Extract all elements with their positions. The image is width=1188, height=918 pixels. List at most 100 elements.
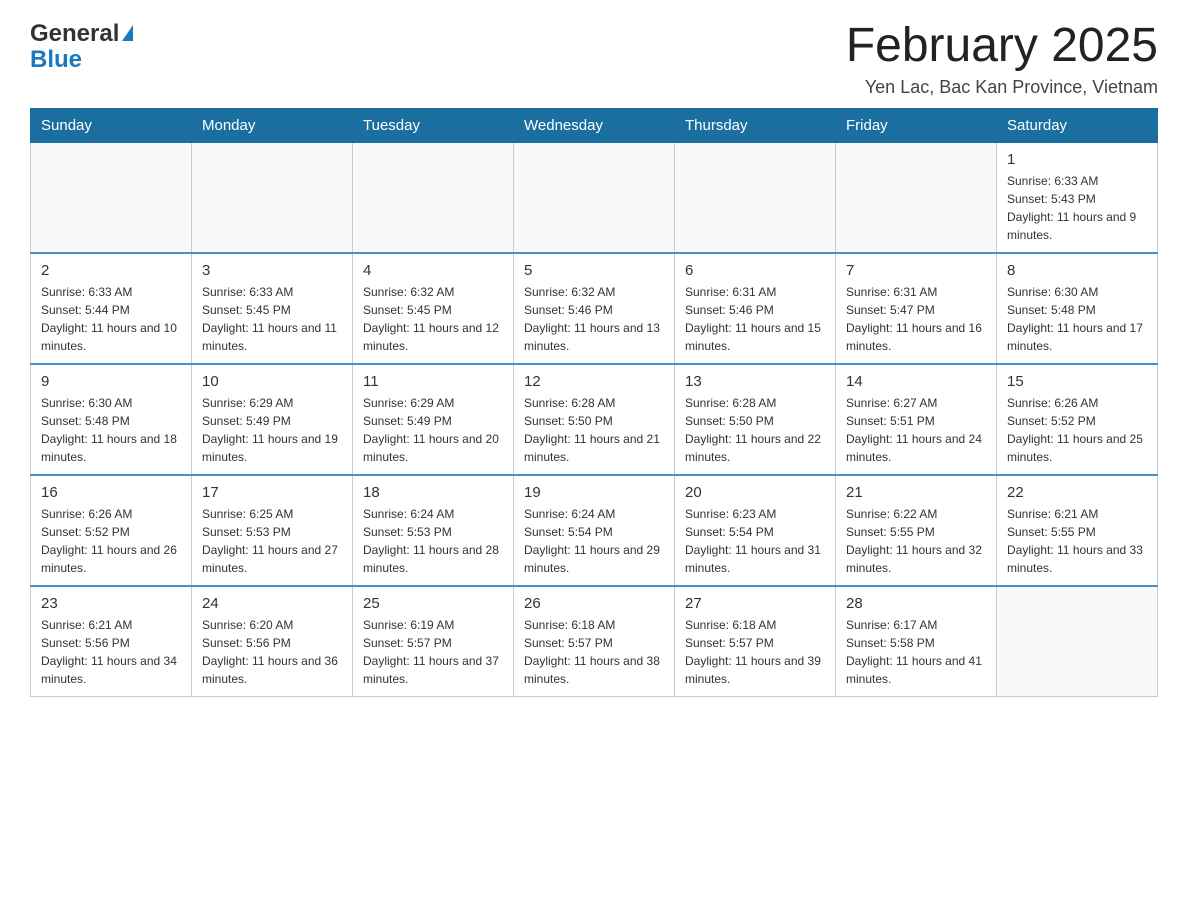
weekday-header-monday: Monday xyxy=(192,108,353,142)
day-info: Sunrise: 6:31 AM Sunset: 5:46 PM Dayligh… xyxy=(685,283,825,355)
calendar-cell xyxy=(997,586,1158,697)
day-number: 22 xyxy=(1007,484,1147,501)
weekday-header-wednesday: Wednesday xyxy=(514,108,675,142)
day-number: 23 xyxy=(41,595,181,612)
day-number: 1 xyxy=(1007,151,1147,168)
day-number: 12 xyxy=(524,373,664,390)
calendar-cell: 17 Sunrise: 6:25 AM Sunset: 5:53 PM Dayli… xyxy=(192,475,353,586)
day-info: Sunrise: 6:33 AM Sunset: 5:44 PM Dayligh… xyxy=(41,283,181,355)
calendar-week-2: 2 Sunrise: 6:33 AM Sunset: 5:44 PM Daylig… xyxy=(31,253,1158,364)
day-info: Sunrise: 6:21 AM Sunset: 5:56 PM Dayligh… xyxy=(41,616,181,688)
location: Yen Lac, Bac Kan Province, Vietnam xyxy=(846,77,1158,98)
day-info: Sunrise: 6:30 AM Sunset: 5:48 PM Dayligh… xyxy=(41,394,181,466)
day-number: 5 xyxy=(524,262,664,279)
day-number: 28 xyxy=(846,595,986,612)
calendar-cell: 8Sunrise: 6:30 AM Sunset: 5:48 PM Daylig… xyxy=(997,253,1158,364)
weekday-header-tuesday: Tuesday xyxy=(353,108,514,142)
calendar-cell xyxy=(192,142,353,253)
day-info: Sunrise: 6:32 AM Sunset: 5:46 PM Dayligh… xyxy=(524,283,664,355)
day-number: 17 xyxy=(202,484,342,501)
day-number: 13 xyxy=(685,373,825,390)
weekday-header-sunday: Sunday xyxy=(31,108,192,142)
calendar-cell: 3 Sunrise: 6:33 AM Sunset: 5:45 PM Daylig… xyxy=(192,253,353,364)
calendar-cell: 20 Sunrise: 6:23 AM Sunset: 5:54 PM Dayli… xyxy=(675,475,836,586)
day-info: Sunrise: 6:24 AM Sunset: 5:53 PM Dayligh… xyxy=(363,505,503,577)
calendar-cell: 27 Sunrise: 6:18 AM Sunset: 5:57 PM Dayli… xyxy=(675,586,836,697)
day-number: 4 xyxy=(363,262,503,279)
day-number: 20 xyxy=(685,484,825,501)
calendar-cell: 19 Sunrise: 6:24 AM Sunset: 5:54 PM Dayli… xyxy=(514,475,675,586)
day-info: Sunrise: 6:21 AM Sunset: 5:55 PM Dayligh… xyxy=(1007,505,1147,577)
calendar-cell xyxy=(514,142,675,253)
day-info: Sunrise: 6:17 AM Sunset: 5:58 PM Dayligh… xyxy=(846,616,986,688)
calendar-cell: 22 Sunrise: 6:21 AM Sunset: 5:55 PM Dayli… xyxy=(997,475,1158,586)
calendar-week-4: 16Sunrise: 6:26 AM Sunset: 5:52 PM Dayli… xyxy=(31,475,1158,586)
title-block: February 2025 Yen Lac, Bac Kan Province,… xyxy=(846,20,1158,98)
calendar-cell: 24Sunrise: 6:20 AM Sunset: 5:56 PM Dayli… xyxy=(192,586,353,697)
day-number: 14 xyxy=(846,373,986,390)
weekday-header-thursday: Thursday xyxy=(675,108,836,142)
day-info: Sunrise: 6:24 AM Sunset: 5:54 PM Dayligh… xyxy=(524,505,664,577)
calendar-cell: 9 Sunrise: 6:30 AM Sunset: 5:48 PM Daylig… xyxy=(31,364,192,475)
day-info: Sunrise: 6:33 AM Sunset: 5:43 PM Dayligh… xyxy=(1007,172,1147,244)
logo-triangle-icon xyxy=(122,25,133,41)
calendar-week-5: 23 Sunrise: 6:21 AM Sunset: 5:56 PM Dayli… xyxy=(31,586,1158,697)
logo-blue-text: Blue xyxy=(30,46,82,74)
calendar-cell: 12Sunrise: 6:28 AM Sunset: 5:50 PM Dayli… xyxy=(514,364,675,475)
day-number: 16 xyxy=(41,484,181,501)
day-number: 25 xyxy=(363,595,503,612)
month-title: February 2025 xyxy=(846,20,1158,73)
day-number: 8 xyxy=(1007,262,1147,279)
calendar-cell: 11 Sunrise: 6:29 AM Sunset: 5:49 PM Dayli… xyxy=(353,364,514,475)
calendar-cell: 21 Sunrise: 6:22 AM Sunset: 5:55 PM Dayli… xyxy=(836,475,997,586)
logo-general-text: General xyxy=(30,20,119,48)
day-info: Sunrise: 6:28 AM Sunset: 5:50 PM Dayligh… xyxy=(685,394,825,466)
calendar-cell xyxy=(31,142,192,253)
day-number: 26 xyxy=(524,595,664,612)
calendar-cell: 4 Sunrise: 6:32 AM Sunset: 5:45 PM Daylig… xyxy=(353,253,514,364)
day-info: Sunrise: 6:18 AM Sunset: 5:57 PM Dayligh… xyxy=(685,616,825,688)
calendar-week-1: 1 Sunrise: 6:33 AM Sunset: 5:43 PM Daylig… xyxy=(31,142,1158,253)
calendar-cell: 26Sunrise: 6:18 AM Sunset: 5:57 PM Dayli… xyxy=(514,586,675,697)
day-info: Sunrise: 6:26 AM Sunset: 5:52 PM Dayligh… xyxy=(1007,394,1147,466)
day-number: 7 xyxy=(846,262,986,279)
day-info: Sunrise: 6:29 AM Sunset: 5:49 PM Dayligh… xyxy=(363,394,503,466)
calendar-cell: 16Sunrise: 6:26 AM Sunset: 5:52 PM Dayli… xyxy=(31,475,192,586)
day-info: Sunrise: 6:25 AM Sunset: 5:53 PM Dayligh… xyxy=(202,505,342,577)
day-number: 3 xyxy=(202,262,342,279)
day-number: 27 xyxy=(685,595,825,612)
day-info: Sunrise: 6:22 AM Sunset: 5:55 PM Dayligh… xyxy=(846,505,986,577)
day-info: Sunrise: 6:29 AM Sunset: 5:49 PM Dayligh… xyxy=(202,394,342,466)
calendar-cell xyxy=(353,142,514,253)
day-info: Sunrise: 6:23 AM Sunset: 5:54 PM Dayligh… xyxy=(685,505,825,577)
day-number: 19 xyxy=(524,484,664,501)
day-number: 15 xyxy=(1007,373,1147,390)
calendar-cell xyxy=(675,142,836,253)
calendar-cell: 7Sunrise: 6:31 AM Sunset: 5:47 PM Daylig… xyxy=(836,253,997,364)
calendar-cell: 10 Sunrise: 6:29 AM Sunset: 5:49 PM Dayli… xyxy=(192,364,353,475)
day-number: 2 xyxy=(41,262,181,279)
day-info: Sunrise: 6:27 AM Sunset: 5:51 PM Dayligh… xyxy=(846,394,986,466)
day-number: 6 xyxy=(685,262,825,279)
weekday-header-friday: Friday xyxy=(836,108,997,142)
day-info: Sunrise: 6:33 AM Sunset: 5:45 PM Dayligh… xyxy=(202,283,342,355)
calendar-table: SundayMondayTuesdayWednesdayThursdayFrid… xyxy=(30,108,1158,697)
calendar-cell: 5 Sunrise: 6:32 AM Sunset: 5:46 PM Daylig… xyxy=(514,253,675,364)
day-number: 21 xyxy=(846,484,986,501)
day-info: Sunrise: 6:32 AM Sunset: 5:45 PM Dayligh… xyxy=(363,283,503,355)
day-info: Sunrise: 6:19 AM Sunset: 5:57 PM Dayligh… xyxy=(363,616,503,688)
calendar-cell: 6 Sunrise: 6:31 AM Sunset: 5:46 PM Daylig… xyxy=(675,253,836,364)
weekday-header-row: SundayMondayTuesdayWednesdayThursdayFrid… xyxy=(31,108,1158,142)
logo: General Blue xyxy=(30,20,133,74)
calendar-cell: 2 Sunrise: 6:33 AM Sunset: 5:44 PM Daylig… xyxy=(31,253,192,364)
calendar-cell: 13 Sunrise: 6:28 AM Sunset: 5:50 PM Dayli… xyxy=(675,364,836,475)
weekday-header-saturday: Saturday xyxy=(997,108,1158,142)
calendar-cell: 23 Sunrise: 6:21 AM Sunset: 5:56 PM Dayli… xyxy=(31,586,192,697)
day-number: 10 xyxy=(202,373,342,390)
calendar-week-3: 9 Sunrise: 6:30 AM Sunset: 5:48 PM Daylig… xyxy=(31,364,1158,475)
day-number: 9 xyxy=(41,373,181,390)
day-info: Sunrise: 6:20 AM Sunset: 5:56 PM Dayligh… xyxy=(202,616,342,688)
calendar-cell xyxy=(836,142,997,253)
day-number: 11 xyxy=(363,373,503,390)
calendar-cell: 1 Sunrise: 6:33 AM Sunset: 5:43 PM Daylig… xyxy=(997,142,1158,253)
